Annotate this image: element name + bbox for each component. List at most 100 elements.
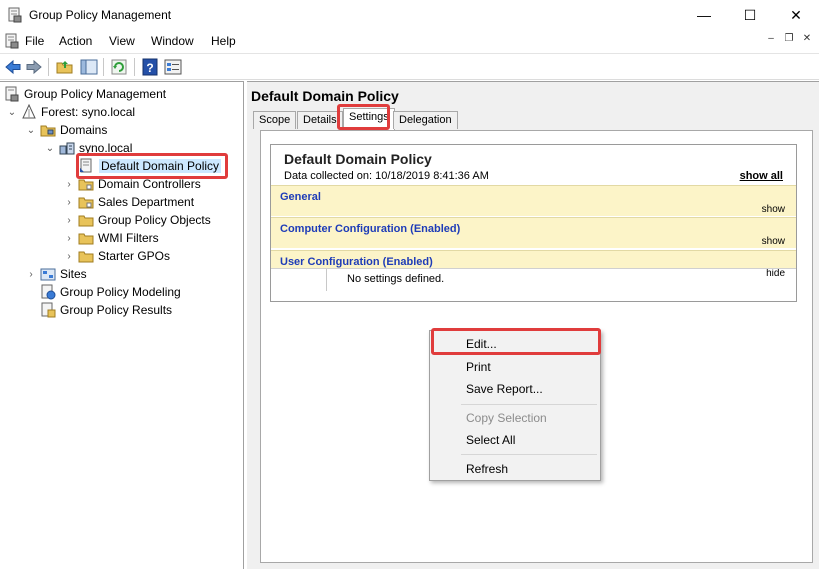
window-title: Group Policy Management (29, 8, 172, 22)
section-general[interactable]: General show (271, 185, 796, 216)
tree-item-group-policy-modeling[interactable]: Group Policy Modeling (40, 283, 181, 301)
close-button[interactable]: ✕ (773, 0, 819, 30)
results-icon (41, 302, 56, 318)
report-collected-date: Data collected on: 10/18/2019 8:41:36 AM (284, 170, 489, 182)
tree-item-sites[interactable]: › Sites (25, 265, 87, 283)
tree-label: Sites (60, 267, 87, 281)
report-title: Default Domain Policy (284, 151, 432, 167)
chevron-right-icon[interactable]: › (63, 232, 75, 244)
document-window-icon[interactable] (4, 33, 20, 49)
chevron-down-icon[interactable]: ⌄ (6, 106, 18, 118)
section-label: Computer Configuration (Enabled) (280, 223, 461, 235)
show-all-link[interactable]: show all (740, 170, 783, 182)
minimize-button[interactable]: — (681, 0, 727, 30)
tree-label: Group Policy Results (60, 303, 173, 317)
svg-text:?: ? (146, 61, 153, 75)
details-pane: Default Domain Policy Scope Details Sett… (247, 81, 819, 569)
settings-report: Default Domain Policy Data collected on:… (270, 144, 797, 302)
chevron-right-icon[interactable]: › (63, 250, 75, 262)
domains-folder-icon (40, 125, 56, 137)
toolbar-separator (103, 58, 104, 76)
tree-item-group-policy-management[interactable]: Group Policy Management (4, 85, 166, 103)
menu-file[interactable]: File (25, 34, 44, 48)
menu-separator (461, 454, 597, 455)
mdi-close-button[interactable]: ✕ (799, 32, 815, 48)
section-user-configuration[interactable]: User Configuration (Enabled) hide (271, 250, 796, 279)
tree-item-sales-department[interactable]: › Sales Department (63, 193, 194, 211)
row-indent (271, 269, 327, 291)
mdi-controls: – ❐ ✕ (763, 32, 815, 48)
details-title: Default Domain Policy (251, 88, 399, 104)
tree-label: Domains (60, 123, 108, 137)
folder-icon (78, 233, 94, 245)
folder-icon (78, 251, 94, 263)
up-folder-icon[interactable] (56, 58, 74, 76)
toolbar-separator (134, 58, 135, 76)
menu-action[interactable]: Action (59, 34, 92, 48)
tree-label: Group Policy Objects (98, 213, 211, 227)
menu-separator (461, 404, 597, 405)
help-icon[interactable]: ? (141, 58, 159, 76)
tree-label: Domain Controllers (98, 177, 201, 191)
ou-folder-icon (78, 197, 94, 209)
tree-label: WMI Filters (98, 231, 159, 245)
context-menu-save-report[interactable]: Save Report... (466, 382, 543, 396)
section-label: User Configuration (Enabled) (280, 256, 433, 268)
section-computer-configuration[interactable]: Computer Configuration (Enabled) show (271, 217, 796, 248)
tab-details[interactable]: Details (297, 111, 343, 129)
tree-label: Starter GPOs (98, 249, 171, 263)
console-tree: Group Policy Management ⌄ Forest: syno.l… (0, 81, 244, 569)
context-menu-copy-selection: Copy Selection (466, 411, 547, 425)
section-toggle-link[interactable]: show (762, 236, 785, 247)
mdi-minimize-button[interactable]: – (763, 32, 779, 48)
chevron-right-icon[interactable]: › (25, 268, 37, 280)
tree-label: Forest: syno.local (41, 105, 136, 119)
folder-icon (78, 215, 94, 227)
modeling-icon (41, 284, 56, 300)
tree-item-group-policy-results[interactable]: Group Policy Results (40, 301, 172, 319)
show-hide-tree-icon[interactable] (80, 58, 98, 76)
no-settings-text: No settings defined. (347, 273, 445, 285)
maximize-button[interactable]: ☐ (727, 0, 773, 30)
properties-icon[interactable] (164, 58, 182, 76)
title-bar: Group Policy Management — ☐ ✕ (0, 0, 819, 30)
chevron-right-icon[interactable]: › (63, 178, 75, 190)
sites-icon (40, 268, 56, 281)
context-menu-refresh[interactable]: Refresh (466, 462, 508, 476)
domain-icon (59, 142, 75, 155)
tab-delegation[interactable]: Delegation (393, 111, 458, 129)
tree-item-domains[interactable]: ⌄ Domains (25, 121, 108, 139)
annotation-highlight (337, 104, 390, 130)
tree-label: Group Policy Modeling (60, 285, 181, 299)
menu-view[interactable]: View (109, 34, 135, 48)
toolbar-separator (48, 58, 49, 76)
context-menu-print[interactable]: Print (466, 360, 491, 374)
menu-bar: File Action View Window Help – ❐ ✕ (0, 30, 819, 52)
tree-item-wmi-filters[interactable]: › WMI Filters (63, 229, 159, 247)
group-policy-management-icon (5, 86, 19, 102)
chevron-down-icon[interactable]: ⌄ (25, 124, 37, 136)
section-label: General (280, 191, 321, 203)
context-menu-select-all[interactable]: Select All (466, 433, 515, 447)
forward-arrow-icon[interactable] (25, 58, 43, 76)
section-toggle-link[interactable]: show (762, 204, 785, 215)
tab-scope[interactable]: Scope (253, 111, 297, 129)
tree-item-starter-gpos[interactable]: › Starter GPOs (63, 247, 170, 265)
chevron-right-icon[interactable]: › (63, 214, 75, 226)
group-policy-app-icon (8, 7, 22, 23)
chevron-down-icon[interactable]: ⌄ (44, 142, 56, 154)
menu-help[interactable]: Help (211, 34, 236, 48)
mdi-restore-button[interactable]: ❐ (781, 32, 797, 48)
chevron-right-icon[interactable]: › (63, 196, 75, 208)
tree-label: Group Policy Management (24, 87, 167, 101)
back-arrow-icon[interactable] (4, 58, 22, 76)
tree-item-forest[interactable]: ⌄ Forest: syno.local (6, 103, 135, 121)
refresh-icon[interactable] (110, 58, 128, 76)
forest-icon (22, 104, 36, 119)
tree-label: Sales Department (98, 195, 195, 209)
toolbar: ? (0, 53, 819, 80)
menu-window[interactable]: Window (151, 34, 194, 48)
annotation-highlight (76, 153, 228, 179)
no-settings-row: No settings defined. (271, 268, 796, 291)
tree-item-group-policy-objects[interactable]: › Group Policy Objects (63, 211, 211, 229)
